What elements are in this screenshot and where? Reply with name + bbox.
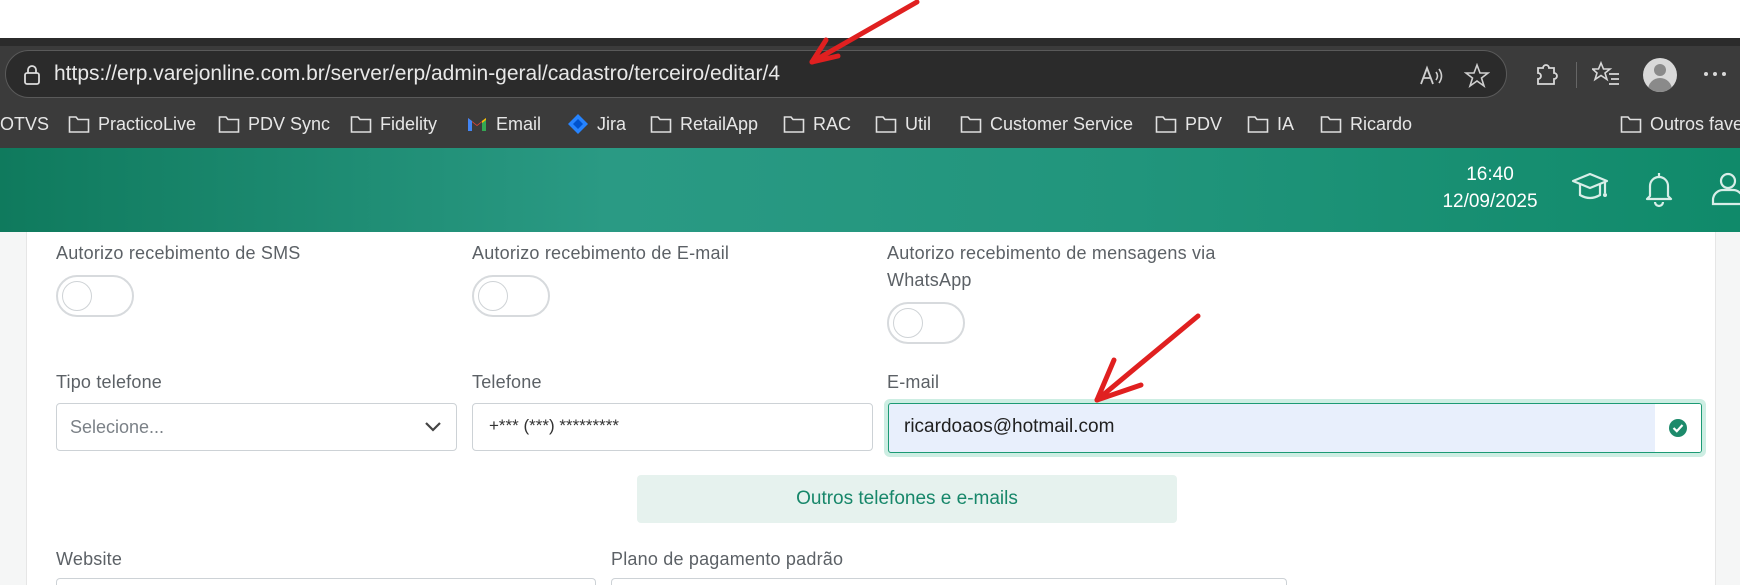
extensions-icon[interactable] (1532, 60, 1560, 88)
bookmark-fidelity[interactable]: Fidelity (350, 110, 437, 138)
whatsapp-consent-label: Autorizo recebimento de mensagens via (887, 243, 1216, 263)
folder-icon (650, 116, 672, 133)
bookmark-ia[interactable]: IA (1247, 110, 1294, 138)
bookmark-label: RAC (813, 113, 852, 134)
website-label: Website (56, 549, 123, 569)
app-header: 16:40 12/09/2025 (0, 148, 1740, 232)
bookmark-label: Ricardo (1350, 113, 1413, 134)
user-icon[interactable] (1708, 168, 1740, 208)
folder-icon (218, 116, 240, 133)
outros-telefones-emails-button[interactable]: Outros telefones e e-mails (637, 475, 1177, 523)
email-label: E-mail (887, 372, 940, 392)
clock-date: 12/09/2025 (1442, 191, 1538, 212)
folder-icon (1620, 116, 1642, 133)
bookmark-practicolive[interactable]: PracticoLive (68, 110, 196, 138)
telefone-value: +*** (***) ********* (489, 416, 619, 435)
bookmark-email[interactable]: Email (466, 110, 541, 138)
bookmark-label: OTVS (0, 113, 50, 134)
address-bar[interactable]: https://erp.varejonline.com.br/server/er… (5, 50, 1507, 98)
favorite-star-icon[interactable] (1464, 63, 1490, 89)
bookmark-rac[interactable]: RAC (783, 110, 851, 138)
jira-icon (568, 114, 588, 134)
tab-strip-edge (0, 38, 1740, 46)
avatar-head (1654, 64, 1666, 76)
clock: 16:40 12/09/2025 (1420, 161, 1560, 215)
avatar-body (1648, 78, 1672, 92)
plano-pagamento-label: Plano de pagamento padrão (611, 549, 844, 569)
folder-icon (1320, 116, 1342, 133)
bookmark-label: Util (905, 113, 931, 134)
telefone-input[interactable]: +*** (***) ********* (472, 403, 873, 451)
browser-chrome: https://erp.varejonline.com.br/server/er… (0, 38, 1740, 148)
content-area: Autorizo recebimento de SMS Autorizo rec… (0, 232, 1740, 585)
folder-icon (783, 116, 805, 133)
toggle-knob (893, 308, 923, 338)
bookmarks-bar: OTVS PracticoLive PDV Sync Fidelity Emai… (0, 104, 1740, 144)
whatsapp-consent-toggle[interactable] (887, 302, 965, 344)
select-placeholder: Selecione... (70, 417, 165, 437)
toggle-knob (478, 281, 508, 311)
graduation-cap-icon[interactable] (1570, 168, 1610, 208)
bookmark-otvs[interactable]: OTVS (0, 110, 49, 138)
folder-icon (68, 116, 90, 133)
folder-icon (960, 116, 982, 133)
tipo-telefone-select[interactable]: Selecione... (56, 403, 457, 451)
folder-icon (1155, 116, 1177, 133)
bookmark-pdv[interactable]: PDV (1155, 110, 1222, 138)
bookmark-label: IA (1277, 113, 1295, 134)
bookmark-jira[interactable]: Jira (567, 110, 626, 138)
bookmark-label: Fidelity (380, 113, 438, 134)
folder-icon (875, 116, 897, 133)
bookmark-label: PDV Sync (248, 113, 331, 134)
email-valid-indicator (1655, 404, 1701, 452)
bookmark-label: Email (496, 113, 542, 134)
bookmark-label: Customer Service (990, 113, 1134, 134)
email-consent-label: Autorizo recebimento de E-mail (472, 243, 730, 263)
email-focus-ring: ricardoaos@hotmail.com (884, 399, 1706, 457)
bookmark-label: PracticoLive (98, 113, 197, 134)
bell-icon[interactable] (1639, 168, 1679, 208)
email-input[interactable]: ricardoaos@hotmail.com (888, 403, 1702, 453)
tipo-telefone-label: Tipo telefone (56, 372, 163, 392)
favorites-list-icon[interactable] (1592, 60, 1620, 88)
gmail-icon (468, 118, 486, 131)
folder-icon (350, 116, 372, 133)
screen: https://erp.varejonline.com.br/server/er… (0, 0, 1740, 585)
clock-time: 16:40 (1466, 164, 1514, 185)
bookmark-other-favorites[interactable]: Outros fave (1620, 110, 1740, 138)
bookmark-label: Outros fave (1650, 113, 1740, 134)
top-blank-strip (0, 0, 1740, 38)
profile-avatar[interactable] (1643, 58, 1677, 92)
chevron-down-icon (425, 422, 441, 432)
more-icon[interactable] (1701, 60, 1729, 88)
email-value: ricardoaos@hotmail.com (904, 416, 1115, 437)
plano-pagamento-select[interactable] (611, 578, 1287, 585)
bookmark-customer-service[interactable]: Customer Service (960, 110, 1133, 138)
check-circle-icon (1669, 419, 1687, 437)
bookmark-label: PDV (1185, 113, 1223, 134)
url-text[interactable]: https://erp.varejonline.com.br/server/er… (54, 62, 780, 86)
read-aloud-icon[interactable] (1418, 63, 1444, 89)
whatsapp-consent-label-line2: WhatsApp (887, 270, 972, 290)
telefone-label: Telefone (472, 372, 542, 392)
toolbar-separator (1576, 62, 1577, 88)
folder-icon (1247, 116, 1269, 133)
lock-icon (24, 65, 40, 85)
sms-consent-toggle[interactable] (56, 275, 134, 317)
toggle-knob (62, 281, 92, 311)
email-consent-toggle[interactable] (472, 275, 550, 317)
bookmark-pdv-sync[interactable]: PDV Sync (218, 110, 330, 138)
sms-consent-label: Autorizo recebimento de SMS (56, 243, 301, 263)
bookmark-ricardo[interactable]: Ricardo (1320, 110, 1412, 138)
bookmark-retailapp[interactable]: RetailApp (650, 110, 758, 138)
website-input[interactable] (56, 578, 596, 585)
bookmark-label: RetailApp (680, 113, 759, 134)
bookmark-label: Jira (597, 113, 627, 134)
bookmark-util[interactable]: Util (875, 110, 931, 138)
